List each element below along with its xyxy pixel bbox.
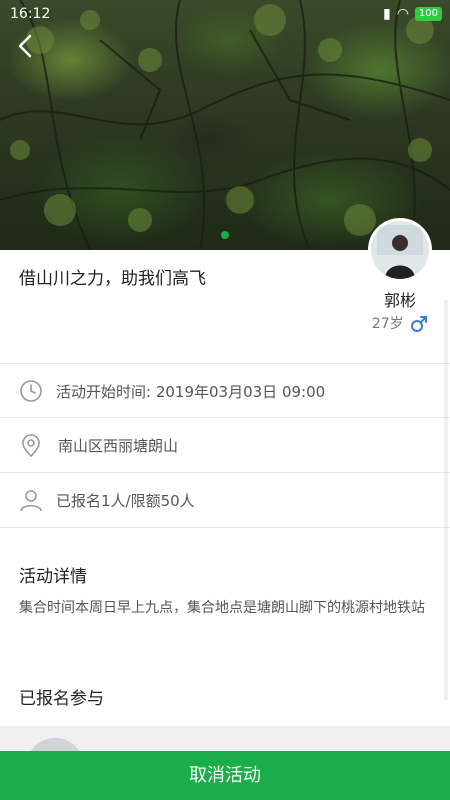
details-text: 集合时间本周日早上九点，集合地点是塘朗山脚下的桃源村地铁站 (19, 600, 425, 616)
chevron-left-icon (18, 34, 32, 58)
start-time-text: 活动开始时间: 2019年03月03日 09:00 (56, 382, 326, 401)
carousel-dot (221, 231, 229, 239)
location-row[interactable]: 南山区西丽塘朗山 (0, 418, 450, 472)
activity-cover-image[interactable] (0, 0, 450, 250)
host-name: 郭彬 (383, 291, 416, 310)
back-button[interactable] (12, 32, 40, 60)
scrollbar[interactable] (444, 300, 448, 700)
start-time-row: 活动开始时间: 2019年03月03日 09:00 (0, 364, 450, 418)
host-age-row: 27岁 (360, 313, 440, 333)
signup-status-text: 已报名1人/限额50人 (56, 491, 195, 510)
wifi-icon: ◠ (396, 6, 409, 22)
signal-icon: ▮ (382, 6, 391, 22)
status-bar: 16:12 ▮ ◠ 100 (0, 0, 450, 30)
battery-icon: 100 (414, 7, 442, 21)
divider (0, 527, 450, 528)
forest-image (0, 0, 450, 250)
details-heading: 活动详情 (19, 567, 87, 587)
location-text: 南山区西丽塘朗山 (58, 436, 179, 455)
host-age: 27岁 (371, 316, 404, 332)
host-avatar[interactable] (368, 218, 432, 282)
clock-icon (20, 380, 42, 402)
male-icon (411, 316, 428, 332)
cancel-activity-button[interactable]: 取消活动 (0, 751, 450, 800)
status-icons: ▮ ◠ 100 (383, 6, 442, 22)
person-icon (20, 490, 42, 512)
participants-heading: 已报名参与 (19, 689, 104, 709)
signup-row: 已报名1人/限额50人 (0, 473, 450, 527)
status-time: 16:12 (10, 6, 51, 22)
location-pin-icon (22, 434, 40, 458)
activity-title: 借山川之力，助我们高飞 (19, 269, 206, 289)
avatar-image (371, 221, 429, 279)
